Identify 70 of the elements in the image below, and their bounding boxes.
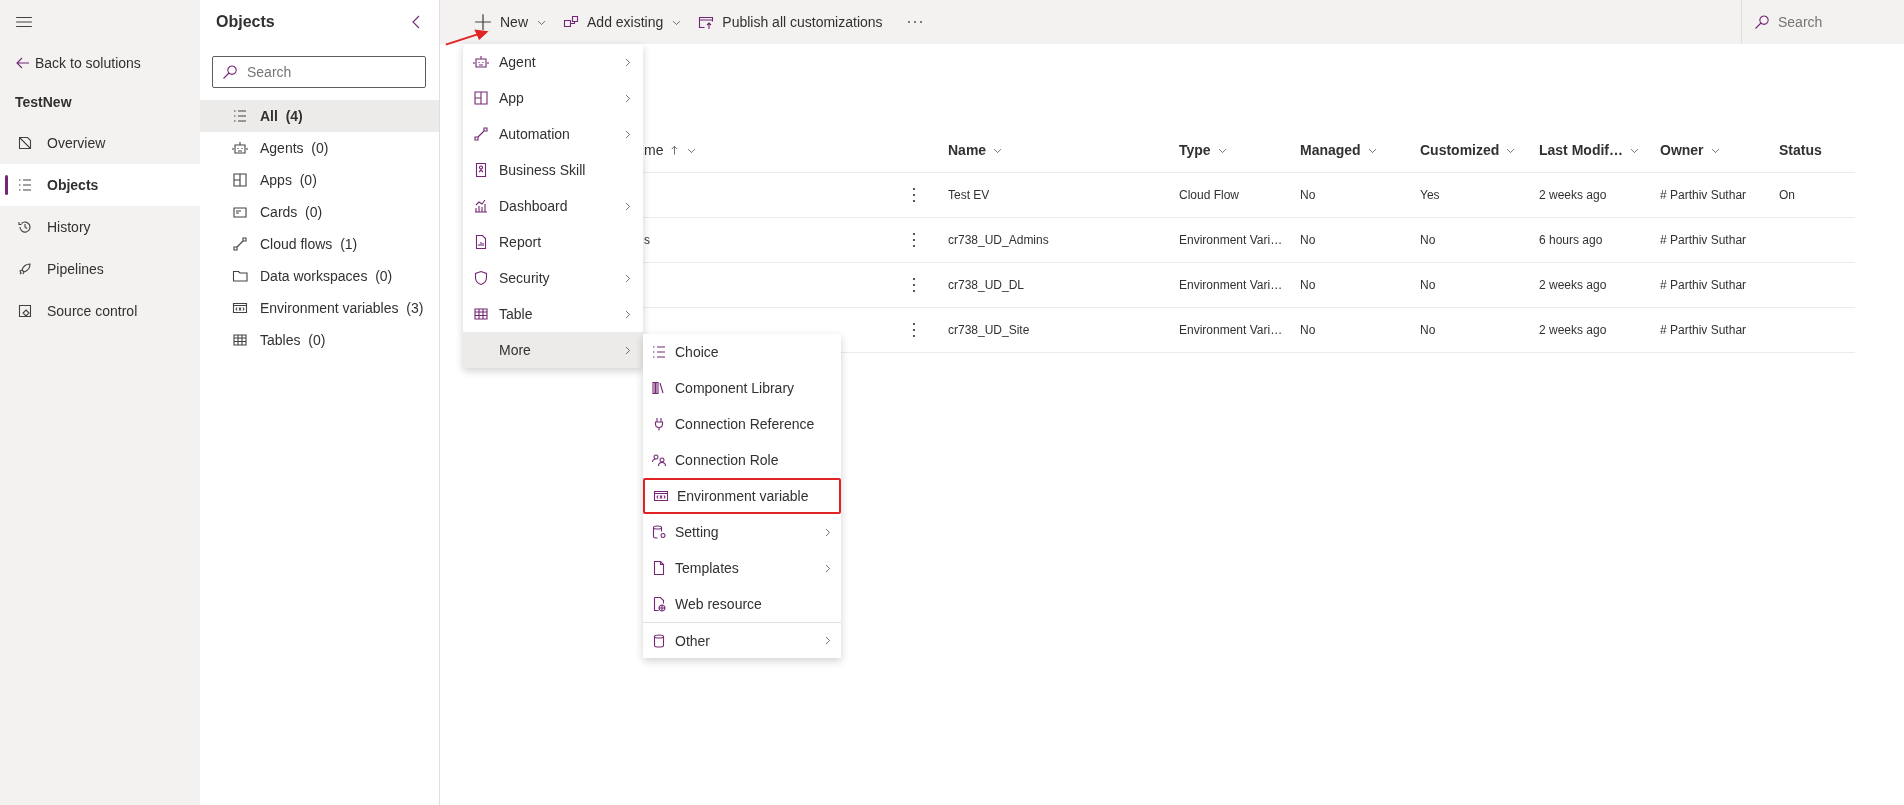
table-cell-text: cr738_UD_Admins — [947, 233, 1050, 247]
menu-item[interactable]: Table — [463, 296, 643, 332]
table-cell-text: 6 hours ago — [1538, 233, 1604, 247]
table-cell-text: cr738_UD_DL — [947, 278, 1026, 292]
column-header[interactable]: Status — [1767, 142, 1855, 158]
table-cell-text: No — [1299, 323, 1317, 337]
table-cell-text: No — [1299, 233, 1317, 247]
table-cell-text: Environment Vari… — [1178, 323, 1284, 337]
table-cell-text: No — [1299, 188, 1317, 202]
table-cell-text: Environment Vari… — [1178, 278, 1284, 292]
solution-name: TestNew — [14, 93, 73, 112]
object-type-item[interactable]: Cards (0) — [200, 196, 439, 228]
nav-item[interactable]: Objects — [0, 164, 200, 206]
menu-item[interactable]: Choice — [643, 334, 842, 370]
nav-item[interactable]: History — [0, 206, 200, 248]
table-cell-text: Environment Vari… — [1178, 233, 1284, 247]
table-cell-text: No — [1419, 323, 1437, 337]
column-header[interactable]: Owner — [1648, 142, 1767, 158]
table-cell-text: # Parthiv Suthar — [1659, 278, 1748, 292]
menu-item[interactable]: Agent — [463, 44, 643, 80]
nav-item[interactable]: Source control — [0, 290, 200, 332]
nav-item[interactable]: Pipelines — [0, 248, 200, 290]
menu-item[interactable]: Templates — [643, 550, 842, 586]
table-cell-text: No — [1419, 233, 1437, 247]
menu-item[interactable]: Connection Role — [643, 442, 842, 478]
toolbar-button[interactable]: New — [468, 6, 553, 38]
menu-item[interactable]: Web resource — [643, 586, 842, 622]
search-field[interactable]: Search — [212, 56, 426, 88]
object-type-item[interactable]: Cloud flows (1) — [200, 228, 439, 260]
menu-item[interactable]: Other — [643, 622, 842, 658]
table-cell-text: Test EV — [947, 188, 991, 202]
search-field[interactable]: Search — [1778, 7, 1904, 37]
object-type-item[interactable]: Data workspaces (0) — [200, 260, 439, 292]
column-header[interactable]: Type — [1167, 142, 1288, 158]
object-type-item[interactable]: Tables (0) — [200, 324, 439, 356]
table-cell-text: # Parthiv Suthar — [1659, 323, 1748, 337]
menu-item[interactable]: Environment variable — [643, 478, 842, 514]
table-cell-text: No — [1299, 278, 1317, 292]
table-cell-text: cr738_UD_Site — [947, 323, 1031, 337]
table-cell-text: # Parthiv Suthar — [1659, 233, 1748, 247]
table-cell-text: Yes — [1419, 188, 1441, 202]
table-cell-text: Cloud Flow — [1178, 188, 1241, 202]
menu-item[interactable]: App — [463, 80, 643, 116]
table-cell-text: No — [1419, 278, 1437, 292]
back-link[interactable]: Back to solutions — [0, 44, 200, 82]
menu-item[interactable]: Dashboard — [463, 188, 643, 224]
menu-item[interactable]: Report — [463, 224, 643, 260]
menu-item[interactable]: Connection Reference — [643, 406, 842, 442]
toolbar-button[interactable]: Publish all customizations — [692, 6, 889, 38]
menu-item[interactable]: Component Library — [643, 370, 842, 406]
object-type-item[interactable]: Agents (0) — [200, 132, 439, 164]
column-header[interactable]: Customized — [1408, 142, 1527, 158]
toolbar-button[interactable]: Add existing — [557, 6, 689, 38]
column-header[interactable]: Managed — [1288, 142, 1408, 158]
object-type-item[interactable]: Apps (0) — [200, 164, 439, 196]
table-cell-text: 2 weeks ago — [1538, 278, 1608, 292]
menu-item[interactable]: Setting — [643, 514, 842, 550]
panel-title: Objects — [216, 13, 275, 31]
table-cell-text: 2 weeks ago — [1538, 188, 1608, 202]
table-cell-text: 2 weeks ago — [1538, 323, 1608, 337]
object-type-item[interactable]: All (4) — [200, 100, 439, 132]
table-cell-text: s — [643, 233, 651, 247]
column-header[interactable]: Name — [936, 142, 1167, 158]
nav-item[interactable]: Overview — [0, 122, 200, 164]
table-cell-text: On — [1778, 188, 1796, 202]
menu-item[interactable]: More — [463, 332, 643, 368]
column-header[interactable]: Last Modif… — [1527, 142, 1648, 158]
object-type-item[interactable]: Environment variables (3) — [200, 292, 439, 324]
menu-item[interactable]: Security — [463, 260, 643, 296]
table-cell-text: # Parthiv Suthar — [1659, 188, 1748, 202]
